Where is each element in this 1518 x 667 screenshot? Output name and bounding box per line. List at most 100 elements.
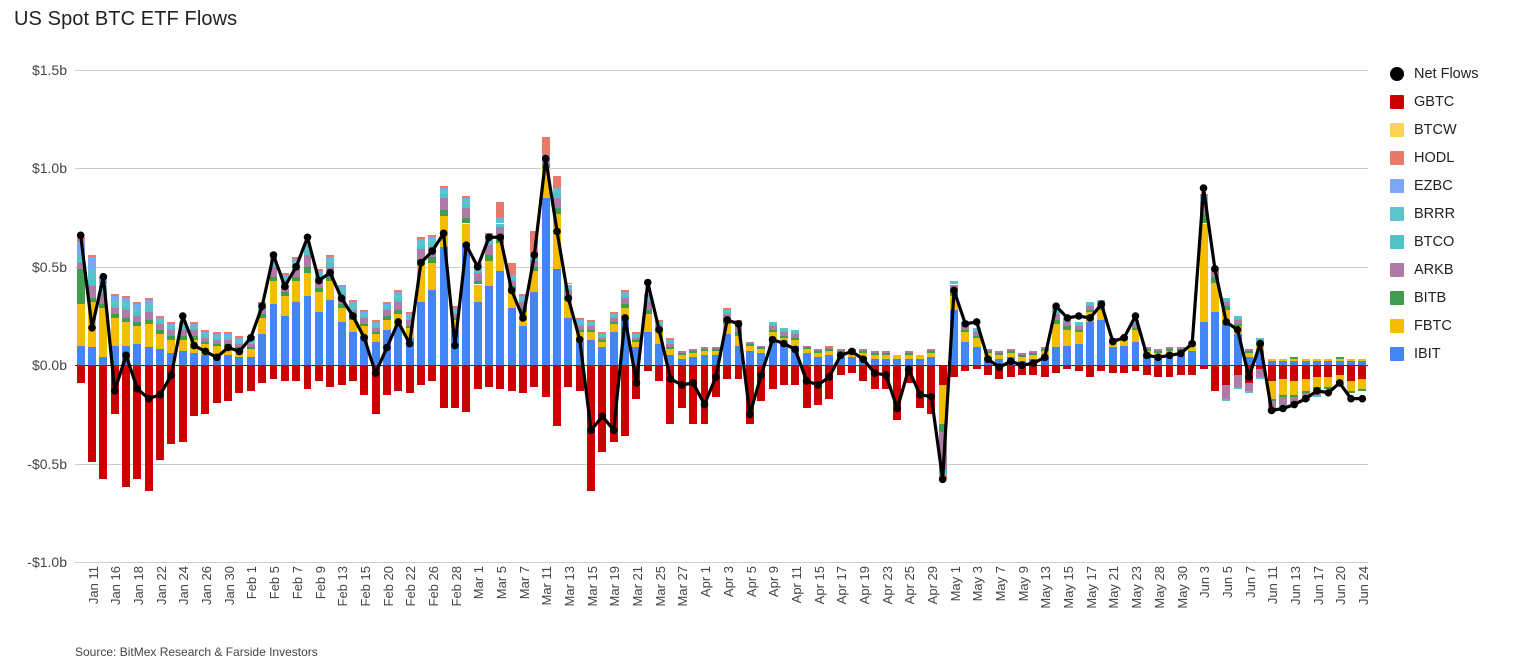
bar-segment-ibit bbox=[178, 351, 187, 366]
bar-segment-ibit bbox=[99, 357, 108, 366]
bar-column bbox=[314, 70, 323, 562]
legend-item-btco[interactable]: BTCO bbox=[1390, 228, 1510, 256]
bar-segment-ibit bbox=[643, 331, 652, 366]
bar-column bbox=[1142, 70, 1151, 562]
legend-item-fbtc[interactable]: FBTC bbox=[1390, 312, 1510, 340]
bar-segment-bitb bbox=[1176, 349, 1185, 352]
bar-column bbox=[598, 70, 607, 562]
bar-segment-fbtc bbox=[1120, 339, 1129, 346]
bar-segment-ibit bbox=[326, 300, 335, 366]
bar-segment-ibit bbox=[723, 333, 732, 366]
bar-segment-ibit bbox=[564, 317, 573, 366]
bar-column bbox=[473, 70, 482, 562]
bar-segment-brrr bbox=[496, 219, 505, 224]
bar-segment-brrr bbox=[655, 321, 664, 324]
bar-segment-gbtc-negative bbox=[643, 365, 652, 372]
bar-segment-fbtc bbox=[1210, 282, 1219, 313]
legend-swatch-icon bbox=[1390, 207, 1404, 221]
bar-segment-btco bbox=[439, 193, 448, 198]
x-axis-tick-label: Jan 18 bbox=[131, 566, 147, 606]
bar-segment-bitb bbox=[791, 337, 800, 340]
bar-column bbox=[394, 70, 403, 562]
bar-segment-ibit bbox=[167, 353, 176, 366]
bar-segment-brrr bbox=[178, 325, 187, 328]
bar-segment-gbtc-negative bbox=[587, 365, 596, 492]
bar-segment-ezbc bbox=[507, 274, 516, 277]
bar-segment-gbtc-negative bbox=[1006, 365, 1015, 377]
bar-segment-btco bbox=[1086, 304, 1095, 307]
legend-item-btcw[interactable]: BTCW bbox=[1390, 116, 1510, 144]
bar-segment-ibit bbox=[303, 296, 312, 366]
bar-segment-brrr bbox=[348, 304, 357, 309]
bar-segment-bitb bbox=[632, 339, 641, 342]
bar-segment-brrr bbox=[258, 306, 267, 309]
legend-item-brrr[interactable]: BRRR bbox=[1390, 200, 1510, 228]
bar-segment-ezbc bbox=[575, 319, 584, 322]
legend-item-arkb[interactable]: ARKB bbox=[1390, 256, 1510, 284]
bar-segment-btco bbox=[405, 317, 414, 320]
bar-segment-btco bbox=[269, 262, 278, 267]
bar-segment-fbtc bbox=[734, 335, 743, 346]
chart-container: US Spot BTC ETF Flows $1.5b $1.0b $0.5b $0.… bbox=[0, 0, 1518, 667]
bar-column bbox=[269, 70, 278, 562]
bar-segment-ezbc bbox=[541, 154, 550, 157]
bar-segment-ezbc bbox=[337, 286, 346, 289]
bar-segment-fbtc bbox=[836, 353, 845, 358]
legend-item-bitb[interactable]: BITB bbox=[1390, 284, 1510, 312]
bar-segment-brrr bbox=[292, 260, 301, 265]
legend-swatch-icon bbox=[1390, 179, 1404, 193]
bar-segment-ibit bbox=[439, 247, 448, 366]
bar-segment-brrr bbox=[156, 319, 165, 322]
bar-segment-brrr bbox=[779, 327, 788, 330]
bar-segment-bitb bbox=[1097, 308, 1106, 311]
bar-segment-btco bbox=[224, 337, 233, 340]
bar-segment-bitb bbox=[609, 321, 618, 324]
bar-segment-fbtc bbox=[768, 331, 777, 340]
bar-segment-fbtc bbox=[348, 319, 357, 332]
bar-segment-gbtc-negative bbox=[1131, 365, 1140, 372]
bar-segment-btco-negative bbox=[1256, 377, 1265, 379]
bar-segment-fbtc bbox=[575, 331, 584, 342]
bar-segment-gbtc-negative bbox=[144, 365, 153, 492]
bar-segment-ezbc bbox=[450, 308, 459, 311]
bar-segment-arkb bbox=[881, 351, 890, 354]
bar-segment-gbtc-negative bbox=[1188, 365, 1197, 376]
bar-segment-ezbc bbox=[530, 254, 539, 257]
bar-segment-fbtc bbox=[700, 351, 709, 356]
bar-segment-gbtc-negative bbox=[1097, 365, 1106, 372]
bar-segment-bitb bbox=[802, 347, 811, 350]
bar-segment-gbtc-negative bbox=[1018, 365, 1027, 376]
bar-segment-bitb bbox=[450, 317, 459, 320]
bar-segment-ezbc bbox=[371, 321, 380, 324]
bar-segment-bitb bbox=[485, 254, 493, 261]
bar-column bbox=[1108, 70, 1117, 562]
bar-segment-gbtc-negative bbox=[1210, 365, 1219, 391]
bar-segment-gbtc-negative bbox=[1086, 365, 1095, 377]
legend-item-ibit[interactable]: IBIT bbox=[1390, 340, 1510, 368]
bar-segment-bitb bbox=[1222, 306, 1231, 311]
bar-segment-fbtc bbox=[1108, 341, 1117, 348]
legend-item-hodl[interactable]: HODL bbox=[1390, 144, 1510, 172]
bar-segment-arkb bbox=[1142, 347, 1151, 350]
bar-segment-btco bbox=[156, 321, 165, 324]
bar-segment-bitb bbox=[156, 329, 165, 334]
bar-segment-arkb bbox=[88, 286, 96, 299]
legend-item-ezbc[interactable]: EZBC bbox=[1390, 172, 1510, 200]
bar-segment-ibit bbox=[745, 351, 754, 366]
bar-segment-gbtc-negative bbox=[1120, 365, 1129, 374]
bar-column bbox=[405, 70, 414, 562]
legend-item-gbtc[interactable]: GBTC bbox=[1390, 88, 1510, 116]
bar-segment-ibit bbox=[76, 345, 85, 366]
bar-column bbox=[836, 70, 845, 562]
bar-segment-gbtc-negative bbox=[972, 365, 981, 370]
bar-segment-bitb bbox=[99, 304, 108, 309]
bar-segment-bitb bbox=[847, 351, 856, 354]
legend-item-net-flows[interactable]: Net Flows bbox=[1390, 60, 1510, 88]
bar-segment-fbtc bbox=[791, 339, 800, 346]
bar-segment-bitb bbox=[621, 304, 630, 309]
legend-item-label: HODL bbox=[1414, 150, 1455, 166]
bar-segment-fbtc bbox=[485, 260, 493, 287]
bar-segment-hodl bbox=[348, 300, 357, 303]
bar-segment-btco bbox=[394, 298, 403, 303]
bar-column bbox=[711, 70, 720, 562]
